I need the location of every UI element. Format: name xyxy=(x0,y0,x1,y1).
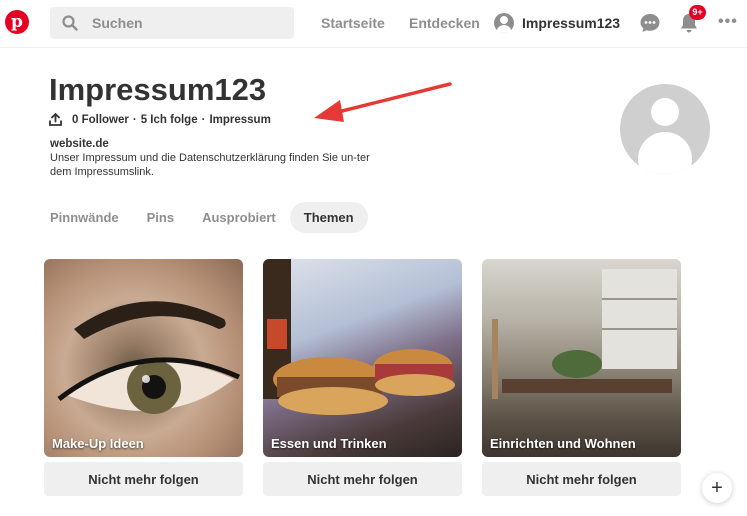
more-icon[interactable]: ••• xyxy=(718,13,738,31)
avatar-icon xyxy=(494,13,514,33)
pinterest-logo-icon[interactable]: p xyxy=(5,10,29,34)
search-icon xyxy=(62,15,78,31)
chat-icon[interactable] xyxy=(638,11,662,35)
profile-stats: 0 Follower · 5 Ich folge · Impressum xyxy=(49,113,271,126)
unfollow-button[interactable]: Nicht mehr folgen xyxy=(263,462,462,496)
profile-website[interactable]: website.de xyxy=(50,138,109,150)
profile-avatar[interactable] xyxy=(620,84,710,174)
tab-themen[interactable]: Themen xyxy=(289,202,368,233)
unfollow-button[interactable]: Nicht mehr folgen xyxy=(482,462,681,496)
profile-bio: Unser Impressum und die Datenschutzerklä… xyxy=(50,152,370,178)
following-count[interactable]: 5 Ich folge xyxy=(141,114,198,126)
separator-dot: · xyxy=(132,113,137,126)
impressum-link[interactable]: Impressum xyxy=(209,114,270,126)
search-box[interactable] xyxy=(50,7,294,39)
top-navigation: p Startseite Entdecken Impressum123 9+ •… xyxy=(0,0,747,48)
upload-icon[interactable] xyxy=(49,113,62,126)
nav-home[interactable]: Startseite xyxy=(321,15,385,31)
annotation-arrow xyxy=(314,82,452,122)
topic-image-interior[interactable]: Einrichten und Wohnen xyxy=(482,259,681,457)
topic-card: Einrichten und Wohnen Nicht mehr folgen xyxy=(482,259,681,496)
profile-name: Impressum123 xyxy=(49,72,267,107)
tab-ausprobiert[interactable]: Ausprobiert xyxy=(188,202,290,233)
search-input[interactable] xyxy=(92,13,282,33)
profile-nav-username: Impressum123 xyxy=(522,15,621,31)
notification-badge: 9+ xyxy=(689,5,706,20)
topic-image-food[interactable]: Essen und Trinken xyxy=(263,259,462,457)
topic-card: Make-Up Ideen Nicht mehr folgen xyxy=(44,259,243,496)
profile-tabs: Pinnwände Pins Ausprobiert Themen xyxy=(36,202,368,233)
nav-discover[interactable]: Entdecken xyxy=(409,15,480,31)
tab-pinnwaende[interactable]: Pinnwände xyxy=(36,202,133,233)
topic-title: Einrichten und Wohnen xyxy=(490,436,636,451)
separator-dot: · xyxy=(201,113,206,126)
topic-title: Make-Up Ideen xyxy=(52,436,144,451)
tab-pins[interactable]: Pins xyxy=(133,202,188,233)
topic-title: Essen und Trinken xyxy=(271,436,387,451)
interior-illustration xyxy=(492,269,677,399)
topic-card: Essen und Trinken Nicht mehr folgen xyxy=(263,259,462,496)
profile-nav-link[interactable]: Impressum123 xyxy=(494,11,620,35)
food-illustration xyxy=(263,259,455,415)
unfollow-button[interactable]: Nicht mehr folgen xyxy=(44,462,243,496)
follower-count[interactable]: 0 Follower xyxy=(72,114,129,126)
plus-icon[interactable]: + xyxy=(702,473,732,503)
topic-image-makeup[interactable]: Make-Up Ideen xyxy=(44,259,243,457)
eye-illustration xyxy=(57,301,241,414)
